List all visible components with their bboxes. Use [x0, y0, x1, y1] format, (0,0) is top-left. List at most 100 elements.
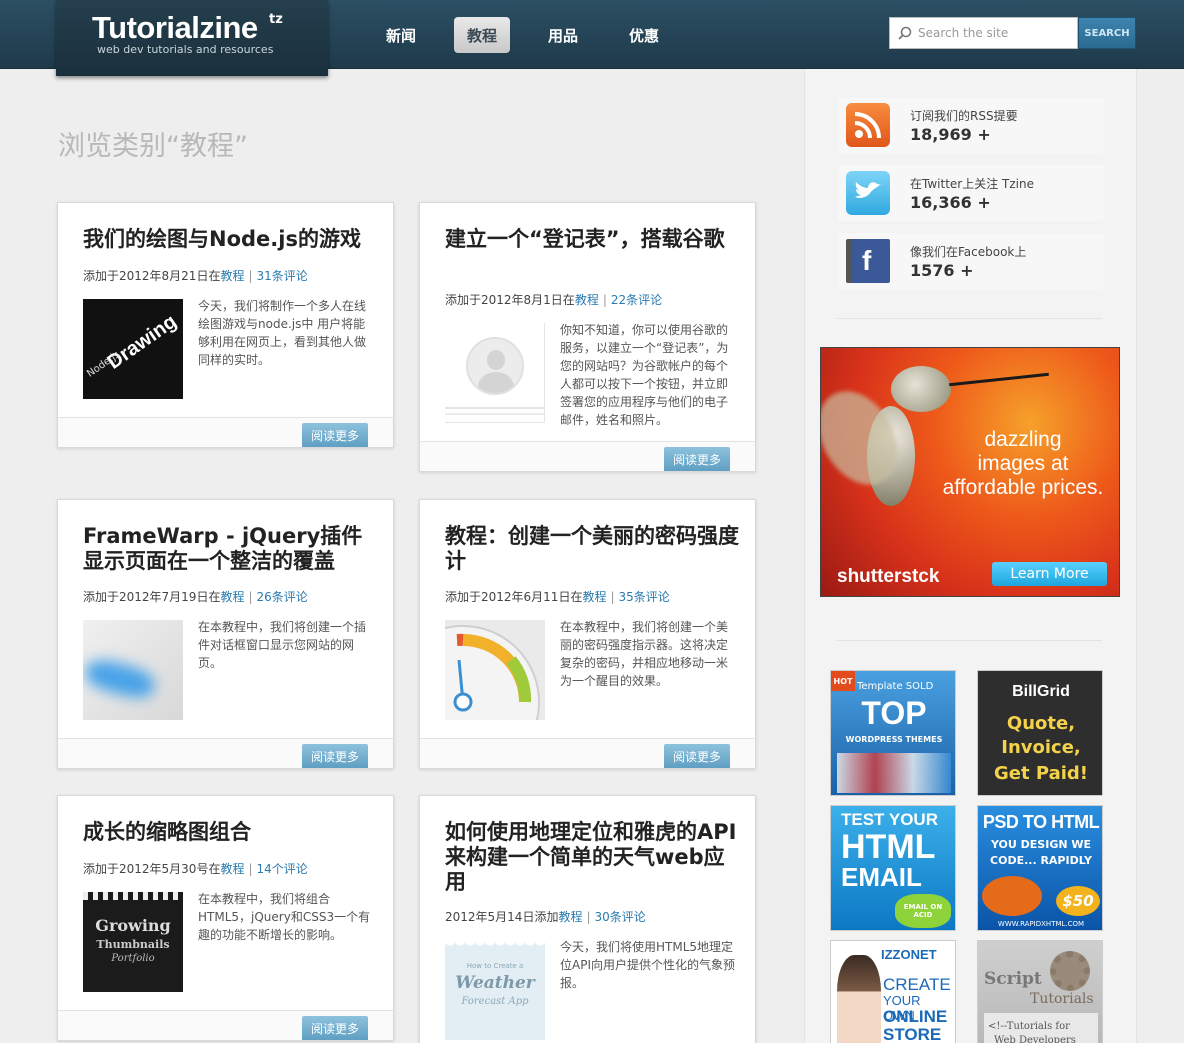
ad-text: Invoice, [1001, 737, 1081, 758]
post-card: 我们的绘图与Node.js的游戏 添加于2012年8月21日在教程 | 31条评论 … [57, 202, 394, 448]
post-title[interactable]: 如何使用地理定位和雅虎的API来构建一个简单的天气web应用 [445, 820, 740, 895]
read-more-button[interactable]: 阅读更多 [302, 1016, 368, 1040]
gear-icon [1050, 951, 1090, 991]
ad-text: WORDPRESS THEMES [845, 735, 943, 744]
nav-item-news[interactable]: 新闻 [373, 17, 429, 53]
ad-text: TEST YOUR [841, 810, 938, 829]
learn-more-button[interactable]: Learn More [992, 562, 1107, 586]
post-category-link[interactable]: 教程 [220, 862, 244, 876]
post-title[interactable]: 我们的绘图与Node.js的游戏 [83, 227, 378, 252]
ad-izzonet[interactable]: IZZONET CREATE YOUR OWN ONLINE STORE [830, 940, 956, 1043]
post-card: 教程：创建一个美丽的密码强度计 添加于2012年6月11日在教程 | 35条评论 在… [419, 499, 756, 769]
post-title[interactable]: FrameWarp - jQuery插件显示页面在一个整洁的覆盖 [83, 524, 378, 574]
post-meta: 添加于2012年6月11日在教程 | 35条评论 [445, 590, 670, 604]
ad-psd-to-html[interactable]: PSD TO HTML YOU DESIGN WE CODE... RAPIDL… [977, 805, 1103, 931]
post-title[interactable]: 教程：创建一个美丽的密码强度计 [445, 524, 740, 574]
social-count: 1576 + [910, 261, 974, 280]
post-category-link[interactable]: 教程 [220, 269, 244, 283]
social-facebook[interactable]: f 像我们在Facebook上 1576 + [838, 233, 1104, 289]
post-category-link[interactable]: 教程 [558, 910, 582, 924]
post-thumbnail[interactable]: How to Create a Weather Forecast App [445, 940, 545, 1040]
post-comments-link[interactable]: 14个评论 [257, 862, 308, 876]
post-date: 添加于2012年8月21日在 [83, 269, 221, 283]
post-title[interactable]: 建立一个“登记表”，搭载谷歌 [445, 227, 740, 252]
post-comments-link[interactable]: 30条评论 [595, 910, 646, 924]
ad-text: EMAIL ON ACID [895, 894, 951, 928]
thumb-subtext: Forecast App [461, 996, 529, 1007]
search-input[interactable]: Search the site [889, 17, 1078, 49]
ad-badge: HOT [831, 671, 855, 691]
logo-mark: tz [269, 12, 283, 27]
post-thumbnail[interactable] [445, 620, 545, 720]
shutterstock-ad[interactable]: dazzling images at affordable prices. sh… [820, 347, 1120, 597]
ad-brand: shutterstck [837, 566, 940, 587]
search-placeholder: Search the site [918, 26, 1009, 40]
ad-text: CODE... RAPIDLY [990, 854, 1092, 867]
ad-script-tutorials[interactable]: Script Tutorials <!--Tutorials for Web D… [977, 940, 1103, 1043]
ad-email-on-acid[interactable]: TEST YOUR HTML EMAIL EMAIL ON ACID [830, 805, 956, 931]
post-comments-link[interactable]: 26条评论 [257, 590, 308, 604]
post-category-link[interactable]: 教程 [220, 590, 244, 604]
post-date: 添加于2012年6月11日在 [445, 590, 583, 604]
twitter-icon [846, 171, 890, 215]
nav-item-deals[interactable]: 优惠 [616, 17, 672, 53]
ad-text: BillGrid [1012, 683, 1070, 700]
post-excerpt: 今天，我们将制作一个多人在线绘图游戏与node.js中 用户将能够利用在网页上，… [198, 299, 367, 367]
post-meta: 添加于2012年7月19日在教程 | 26条评论 [83, 590, 308, 604]
site-logo[interactable]: Tutorialzine tz web dev tutorials and re… [56, 0, 328, 76]
post-thumbnail[interactable] [83, 620, 183, 720]
read-more-button[interactable]: 阅读更多 [302, 744, 368, 768]
thumb-subtext: How to Create a [466, 962, 524, 970]
ad-text: CREATE [883, 975, 951, 994]
ad-text: Template SOLD [857, 681, 934, 692]
ad-text: Script [984, 969, 1042, 989]
post-comments-link[interactable]: 31条评论 [257, 269, 308, 283]
social-label: 在Twitter上关注 Tzine [910, 177, 1034, 191]
ad-billgrid[interactable]: BillGrid Quote, Invoice, Get Paid! [977, 670, 1103, 796]
ad-text: <!--Tutorials for [988, 1021, 1070, 1032]
ad-text: Web Developers [994, 1035, 1076, 1043]
thumb-text: Growing [95, 916, 171, 935]
post-thumbnail[interactable]: Drawing Node.js [83, 299, 183, 399]
ad-text: $50 [1056, 886, 1100, 916]
search-button[interactable]: SEARCH [1078, 17, 1136, 49]
post-thumbnail[interactable] [445, 323, 545, 423]
post-card: 如何使用地理定位和雅虎的API来构建一个简单的天气web应用 2012年5月14… [419, 795, 756, 1043]
post-comments-link[interactable]: 35条评论 [619, 590, 670, 604]
read-more-button[interactable]: 阅读更多 [664, 744, 730, 768]
post-category-link[interactable]: 教程 [575, 293, 599, 307]
social-twitter[interactable]: 在Twitter上关注 Tzine 16,366 + [838, 165, 1104, 221]
post-excerpt: 今天，我们将使用HTML5地理定位API向用户提供个性化的气象预报。 [560, 940, 735, 990]
post-title[interactable]: 成长的缩略图组合 [83, 820, 378, 845]
ad-text: Quote, [1006, 713, 1076, 734]
social-count: 16,366 + [910, 193, 991, 212]
nav-item-supplies[interactable]: 用品 [535, 17, 591, 53]
post-thumbnail[interactable]: Growing Thumbnails Portfolio [83, 892, 183, 992]
hummingbird-image [891, 366, 951, 412]
social-label: 订阅我们的RSS提要 [910, 109, 1018, 123]
read-more-button[interactable]: 阅读更多 [664, 447, 730, 471]
post-excerpt: 在本教程中，我们将组合HTML5，jQuery和CSS3一个有趣的功能不断增长的… [198, 892, 371, 942]
ad-text: PSD TO HTML [982, 812, 1100, 832]
thumb-text: Drawing [103, 310, 181, 374]
ad-text: ONLINE [883, 1007, 948, 1026]
ad-template-sold[interactable]: HOT Template SOLD TOP WORDPRESS THEMES [830, 670, 956, 796]
post-date: 2012年5月14日添加 [445, 910, 559, 924]
post-comments-link[interactable]: 22条评论 [611, 293, 662, 307]
post-card: FrameWarp - jQuery插件显示页面在一个整洁的覆盖 添加于2012… [57, 499, 394, 769]
post-card: 成长的缩略图组合 添加于2012年5月30号在教程 | 14个评论 Growing … [57, 795, 394, 1041]
sidebar-divider [836, 640, 1102, 641]
avatar-placeholder-icon [466, 337, 524, 395]
ad-text: Tutorials [1030, 991, 1094, 1007]
read-more-button[interactable]: 阅读更多 [302, 423, 368, 447]
ad-text: EMAIL [841, 862, 922, 892]
post-card: 建立一个“登记表”，搭载谷歌 添加于2012年8月1日在教程 | 22条评论 你知不… [419, 202, 756, 472]
thumb-subtext: Thumbnails [96, 938, 170, 951]
post-category-link[interactable]: 教程 [582, 590, 606, 604]
nav-item-tutorials[interactable]: 教程 [454, 17, 510, 53]
gauge-icon [445, 625, 540, 720]
thumb-subtext: Portfolio [111, 953, 155, 964]
social-rss[interactable]: 订阅我们的RSS提要 18,969 + [838, 97, 1104, 153]
post-meta: 添加于2012年5月30号在教程 | 14个评论 [83, 862, 308, 876]
post-date: 添加于2012年8月1日在 [445, 293, 575, 307]
